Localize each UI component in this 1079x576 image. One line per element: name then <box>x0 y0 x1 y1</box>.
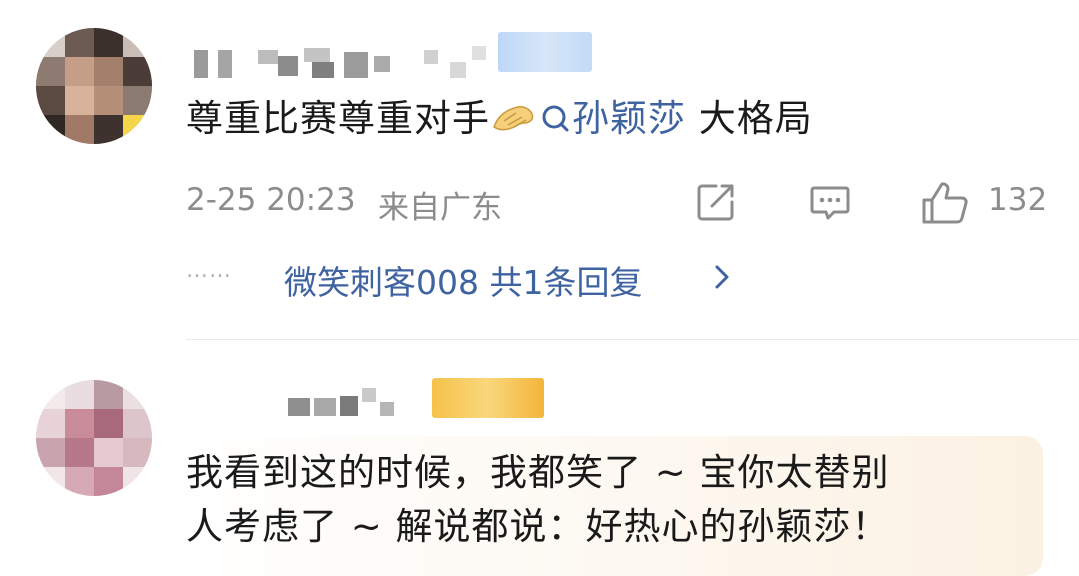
member-badge <box>498 32 592 72</box>
chevron-right-icon <box>715 265 729 289</box>
avatar[interactable] <box>36 28 152 144</box>
share-icon[interactable] <box>694 180 738 224</box>
thumbs-up-icon[interactable] <box>920 180 970 226</box>
avatar[interactable] <box>36 380 152 496</box>
topic-link[interactable]: 孙颖莎 <box>536 97 686 140</box>
reply-summary-text[interactable]: 微笑刺客008 共1条回复 <box>284 256 642 304</box>
reply-dots: …… <box>186 258 232 283</box>
comment-text: 尊重比赛尊重对手 孙颖莎 大格局 <box>186 90 813 148</box>
search-topic-icon <box>542 105 569 132</box>
comment-meta: 2-25 20:23 来自广东 132 <box>186 176 1056 226</box>
comment-icon[interactable] <box>808 180 852 224</box>
username-mosaic[interactable] <box>288 384 418 424</box>
like-count: 132 <box>988 182 1048 218</box>
pinched-fingers-emoji-icon <box>493 106 534 131</box>
username-mosaic[interactable] <box>194 44 494 84</box>
comment-text: 我看到这的时候，我都笑了 ~ 宝你太替别 人考虑了 ~ 解说都说：好热心的孙颖莎… <box>186 446 1026 554</box>
location: 来自广东 <box>378 190 502 226</box>
comment-text-part1: 尊重比赛尊重对手 <box>186 97 490 140</box>
comment-text-line2: 人考虑了 ~ 解说都说：好热心的孙颖莎！ <box>186 505 890 548</box>
comment-text-line1: 我看到这的时候，我都笑了 ~ 宝你太替别 <box>186 451 890 494</box>
comment-text-part2: 大格局 <box>686 97 813 140</box>
member-badge <box>432 378 544 418</box>
topic-label: 孙颖莎 <box>572 97 686 140</box>
comment-item: 尊重比赛尊重对手 孙颖莎 大格局 2-25 20:23 来自广东 132 …… 微… <box>0 0 1079 340</box>
comment-item: 我看到这的时候，我都笑了 ~ 宝你太替别 人考虑了 ~ 解说都说：好热心的孙颖莎… <box>0 340 1079 576</box>
timestamp: 2-25 20:23 <box>186 182 356 218</box>
